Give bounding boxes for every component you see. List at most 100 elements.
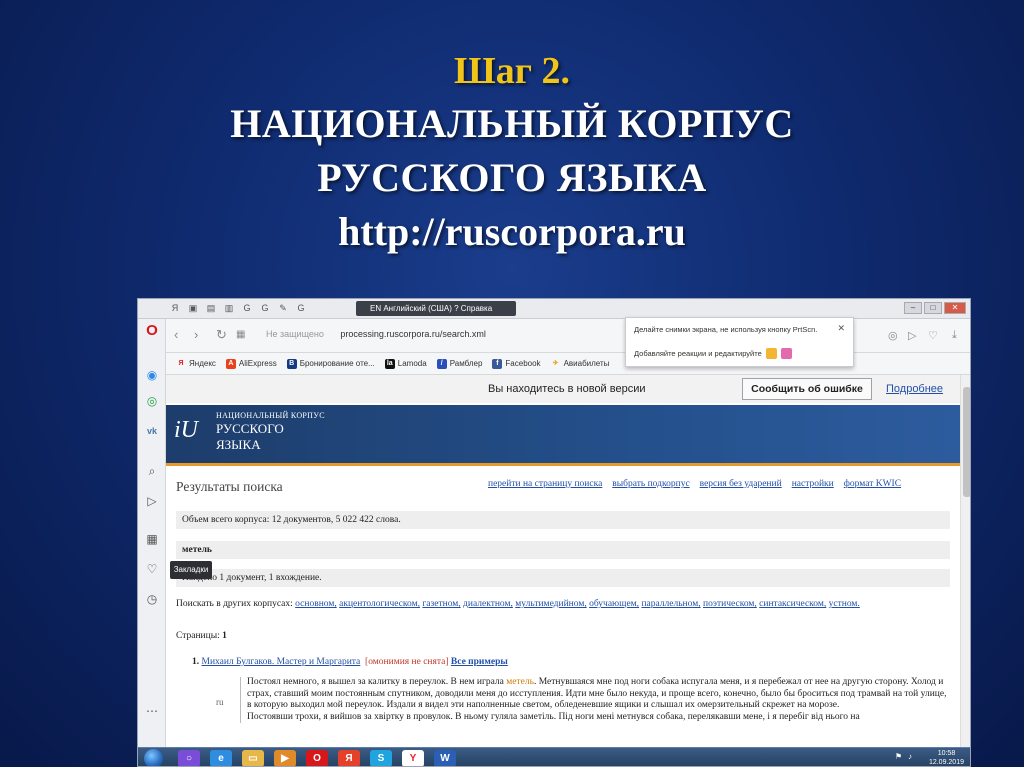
ie-icon[interactable]: e [210,750,232,766]
page-number[interactable]: 1 [222,631,227,641]
heart-icon[interactable]: ♡ [928,329,938,342]
bookmark[interactable]: ✈ Авиабилеты [551,359,610,369]
bookmark[interactable]: la Lamoda [384,358,427,369]
yandex-y-icon[interactable]: Y [402,750,424,766]
corpus-link[interactable]: поэтическом, [703,599,757,609]
tab-icon[interactable]: G [258,302,272,315]
logo-line2: РУССКОГО [216,421,284,436]
browser-screenshot: Я ▣ ▤ ▥ G G ✎ G EN Английский (США) ? Сп… [137,298,971,767]
corpus-link[interactable]: параллельном, [641,599,700,609]
taskbar: ○ e ▭ ▶ O Я S Y W ⚑ ♪ 10:58 12.09.2019 [138,747,970,766]
history-icon[interactable]: ◷ [144,591,160,607]
corpus-link[interactable]: синтаксическом, [759,599,826,609]
results-title: Результаты поиска [176,479,283,494]
media-icon[interactable]: ▶ [274,750,296,766]
report-error-button[interactable]: Сообщить об ошибке [742,378,872,400]
more-icon[interactable]: ⋯ [144,703,160,719]
bookmark[interactable]: / Рамблер [436,358,482,369]
opera-icon[interactable]: O [306,750,328,766]
system-tray: ⚑ ♪ [895,752,912,761]
all-examples-link[interactable]: Все примеры [451,657,508,667]
start-button[interactable] [144,749,163,766]
close-icon[interactable]: ✕ [944,302,966,314]
tab-icon[interactable]: ✎ [276,302,290,315]
bookmark-label: Бронирование оте... [299,359,375,368]
new-version-bar: Вы находитесь в новой версии Сообщить об… [166,375,960,403]
grid-icon[interactable]: ▦ [144,531,160,547]
heart-icon[interactable]: ♡ [144,561,160,577]
tab-icon[interactable]: G [294,302,308,315]
search-icon[interactable]: ⌕ [144,463,160,479]
query-word: метель [176,541,950,559]
word-icon[interactable]: W [434,750,456,766]
flag-icon[interactable]: ⚑ [895,752,902,761]
link-subcorpus[interactable]: выбрать подкорпус [612,479,689,489]
link-no-accents[interactable]: версия без ударений [700,479,782,489]
maximize-icon[interactable]: □ [924,302,942,314]
doc-author-link[interactable]: Михаил Булгаков. Мастер и Маргарита [202,657,361,667]
scrollbar[interactable] [960,375,970,747]
flow-icon[interactable]: ▷ [908,329,916,342]
vk-icon[interactable]: vk [144,423,160,439]
speed-dial-icon[interactable]: ▦ [236,329,245,340]
document-header: 1. Михаил Булгаков. Мастер и Маргарита [… [192,657,508,667]
corpus-link[interactable]: мультимедийном, [515,599,586,609]
ncrya-logo-icon[interactable]: iU [174,417,208,449]
taskbar-clock[interactable]: 10:58 12.09.2019 [929,749,964,766]
corpus-link[interactable]: газетном, [422,599,460,609]
url-text[interactable]: processing.ruscorpora.ru/search.xml [340,329,486,339]
bookmark[interactable]: Я Яндекс [176,359,215,369]
bookmark[interactable]: A AliExpress [225,358,277,369]
link-search-page[interactable]: перейти на страницу поиска [488,479,602,489]
bookmark-label: Авиабилеты [563,359,610,368]
volume-icon[interactable]: ♪ [908,752,912,761]
slide-url: http://ruscorpora.ru [338,209,686,254]
corpus-link[interactable]: обучающем, [589,599,639,609]
bookmark[interactable]: B Бронирование оте... [286,358,375,369]
found-count: Найдено 1 документ, 1 вхождение. [176,569,950,587]
back-icon[interactable]: ‹ [174,327,178,342]
corpus-size: Объем всего корпуса: 12 документов, 5 02… [176,511,950,529]
close-icon[interactable]: ✕ [837,323,845,334]
bookmark[interactable]: f Facebook [492,358,541,369]
details-link[interactable]: Подробнее [886,383,943,395]
whatsapp-icon[interactable]: ◎ [144,393,160,409]
minimize-icon[interactable]: – [904,302,922,314]
corpus-link[interactable]: устном. [829,599,860,609]
alice-icon[interactable]: ○ [178,750,200,766]
reload-icon[interactable]: ↻ [216,327,227,343]
web-page: Вы находитесь в новой версии Сообщить об… [166,375,970,747]
tab-icon[interactable]: Я [168,302,182,315]
emoji-icon[interactable] [780,348,792,359]
link-settings[interactable]: настройки [792,479,834,489]
messenger-icon[interactable]: ◉ [144,367,160,383]
corpus-link[interactable]: диалектном, [463,599,513,609]
clock-time: 10:58 [937,750,956,757]
emoji-icon[interactable] [765,348,777,359]
download-icon[interactable]: ⤓ [952,329,957,342]
window-controls: – □ ✕ [904,302,966,314]
security-indicator[interactable]: Не защищено [266,329,324,339]
bookmarks-tooltip: Закладки [170,561,212,579]
corpus-link[interactable]: акцентологическом, [339,599,420,609]
folder-icon[interactable]: ▭ [242,750,264,766]
tab-icon[interactable]: ▤ [204,302,218,315]
facebook-icon: f [492,358,503,369]
slide-title-line2: РУССКОГО ЯЗЫКА [317,155,707,200]
language-bar[interactable]: EN Английский (США) ? Справка [356,301,516,316]
send-icon[interactable]: ▷ [144,493,160,509]
link-kwic[interactable]: формат KWIC [844,479,901,489]
site-logo-text[interactable]: НАЦИОНАЛЬНЫЙ КОРПУС РУССКОГО ЯЗЫКА [216,411,325,452]
yandex-browser-icon[interactable]: Я [338,750,360,766]
tab-icon[interactable]: ▥ [222,302,236,315]
scroll-thumb[interactable] [963,387,970,497]
camera-icon[interactable]: ◎ [888,329,898,342]
tab-icon[interactable]: G [240,302,254,315]
tab-icon[interactable]: ▣ [186,302,200,315]
url-field[interactable]: Не защищено processing.ruscorpora.ru/sea… [266,329,486,339]
opera-logo-icon[interactable]: O [144,323,160,339]
forward-icon[interactable]: › [194,327,198,342]
corpus-link[interactable]: основном, [295,599,337,609]
screenshot-tip-popup: Делайте снимки экрана, не используя кноп… [625,317,854,367]
skype-icon[interactable]: S [370,750,392,766]
